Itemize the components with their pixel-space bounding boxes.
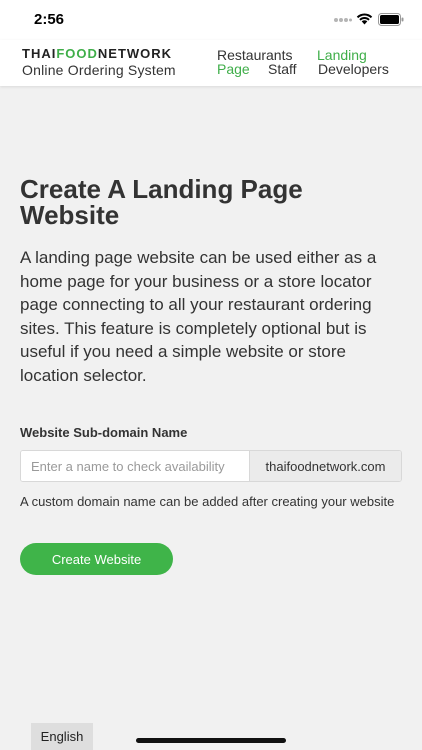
status-bar: 2:56 bbox=[0, 0, 422, 40]
custom-domain-help: A custom domain name can be added after … bbox=[20, 494, 395, 509]
site-header: THAIFOODNETWORK Online Ordering System R… bbox=[0, 40, 422, 86]
language-button[interactable]: English bbox=[31, 723, 93, 750]
status-time: 2:56 bbox=[34, 11, 65, 28]
cellular-signal-icon bbox=[334, 18, 352, 22]
nav-developers[interactable]: Developers bbox=[318, 62, 389, 76]
domain-suffix: thaifoodnetwork.com bbox=[249, 451, 401, 481]
battery-icon bbox=[378, 13, 404, 26]
brand-logo: THAIFOODNETWORK bbox=[22, 46, 173, 61]
subdomain-input-group: thaifoodnetwork.com bbox=[20, 450, 402, 482]
home-indicator[interactable] bbox=[136, 738, 286, 743]
brand-subtitle: Online Ordering System bbox=[22, 62, 176, 78]
nav-landing-page-cont[interactable]: Page bbox=[217, 62, 250, 76]
main-content: Create A Landing Page Website A landing p… bbox=[20, 176, 402, 575]
nav-landing-page[interactable]: Landing bbox=[317, 48, 367, 62]
subdomain-input[interactable] bbox=[21, 451, 249, 481]
intro-text: A landing page website can be used eithe… bbox=[20, 248, 377, 385]
brand[interactable]: THAIFOODNETWORK Online Ordering System bbox=[22, 46, 176, 77]
wifi-icon bbox=[356, 13, 373, 25]
nav-staff[interactable]: Staff bbox=[268, 62, 297, 76]
subdomain-label: Website Sub-domain Name bbox=[20, 425, 188, 440]
nav-restaurants[interactable]: Restaurants bbox=[217, 48, 292, 62]
create-website-button[interactable]: Create Website bbox=[20, 543, 173, 575]
page-title: Create A Landing Page Website bbox=[20, 174, 303, 230]
